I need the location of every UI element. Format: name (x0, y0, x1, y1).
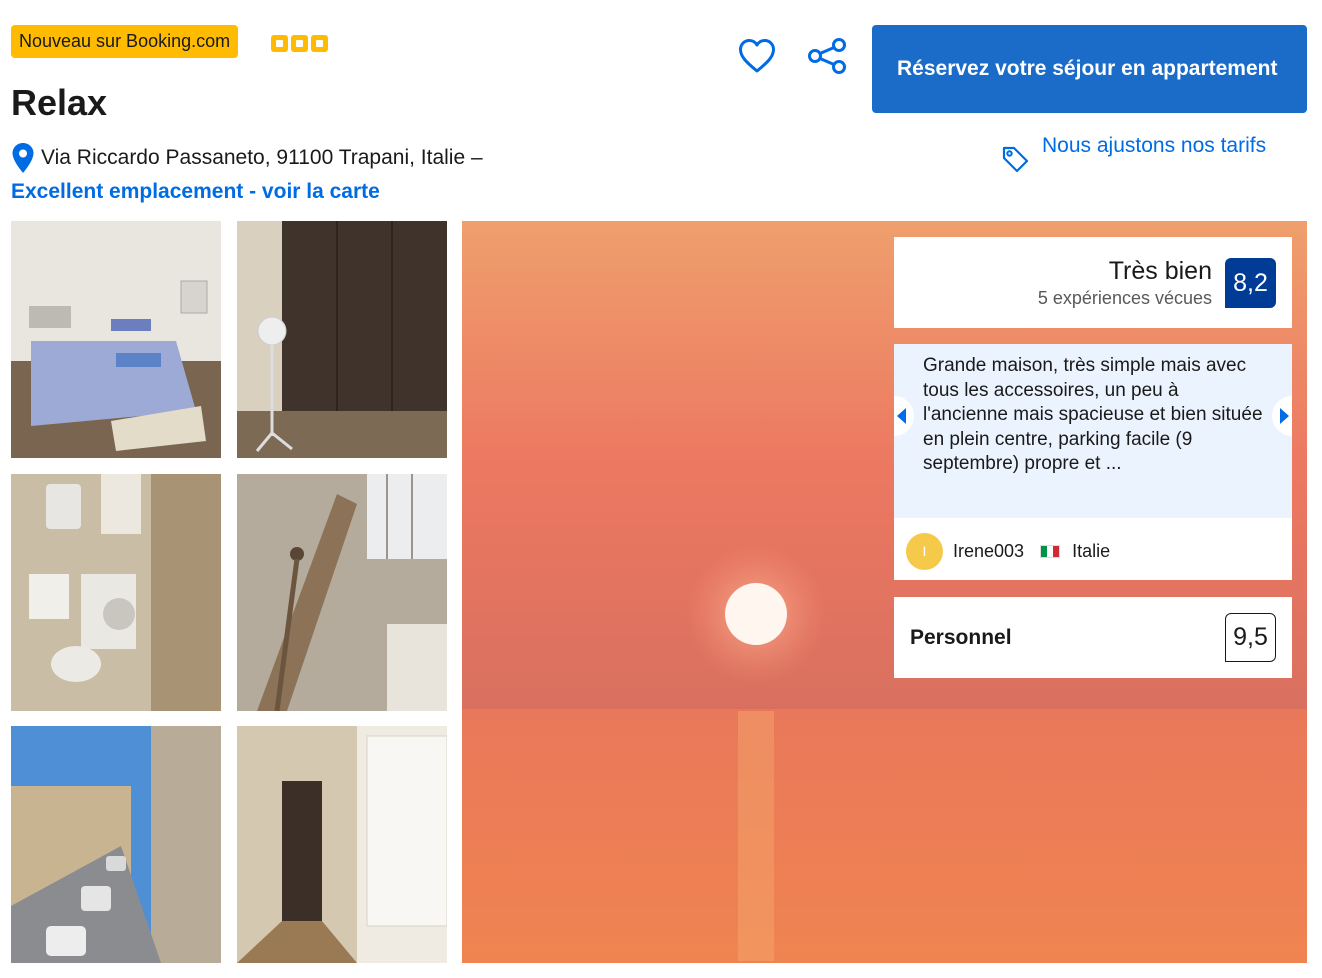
square-star-icon (271, 35, 288, 52)
star-rating (271, 35, 328, 52)
review-card[interactable]: Grande maison, très simple mais avec tou… (894, 344, 1292, 580)
rating-text: Très bien 5 expériences vécues (1038, 257, 1212, 309)
category-label: Personnel (910, 626, 1012, 649)
share-icon[interactable] (806, 37, 848, 75)
reserve-button[interactable]: Réservez votre séjour en appartement (872, 25, 1307, 113)
category-score-badge: 9,5 (1225, 613, 1276, 662)
photo-thumbnail-wardrobe[interactable] (237, 221, 447, 458)
reviewer-info: I Irene003 Italie (906, 533, 1110, 570)
square-star-icon (291, 35, 308, 52)
photo-thumbnail-bathroom[interactable] (11, 474, 221, 711)
price-tag-icon (1002, 146, 1029, 173)
avatar: I (906, 533, 943, 570)
new-on-booking-badge: Nouveau sur Booking.com (11, 25, 239, 58)
photo-thumbnail-bedroom[interactable] (11, 221, 221, 458)
review-count: 5 expériences vécues (1037, 288, 1212, 308)
rating-card[interactable]: Très bien 5 expériences vécues 8,2 (894, 237, 1292, 328)
photo-thumbnail-street[interactable] (11, 726, 221, 963)
main-photo-sunset[interactable] (462, 221, 1307, 963)
property-address: Via Riccardo Passaneto, 91100 Trapani, I… (41, 146, 483, 169)
heart-icon[interactable] (738, 38, 776, 74)
category-score-card: Personnel 9,5 (894, 597, 1292, 678)
show-map-link[interactable]: Excellent emplacement - voir la carte (11, 180, 380, 204)
map-pin-icon (12, 143, 34, 173)
photo-thumbnail-hallway[interactable] (237, 726, 447, 963)
italy-flag-icon (1040, 545, 1061, 558)
price-match-link[interactable]: Nous ajustons nos tarifs (1042, 130, 1272, 162)
price-match[interactable]: Nous ajustons nos tarifs (1000, 130, 1272, 174)
property-title: Relax (11, 82, 108, 123)
review-score-badge: 8,2 (1225, 258, 1276, 308)
square-star-icon (311, 35, 328, 52)
reviewer-country: Italie (1072, 541, 1111, 561)
review-quote: Grande maison, très simple mais avec tou… (894, 344, 1292, 518)
photo-thumbnail-stairs[interactable] (237, 474, 447, 711)
address-line: Via Riccardo Passaneto, 91100 Trapani, I… (11, 142, 483, 174)
rating-label: Très bien (1108, 257, 1212, 285)
reviewer-name: Irene003 (953, 541, 1025, 561)
